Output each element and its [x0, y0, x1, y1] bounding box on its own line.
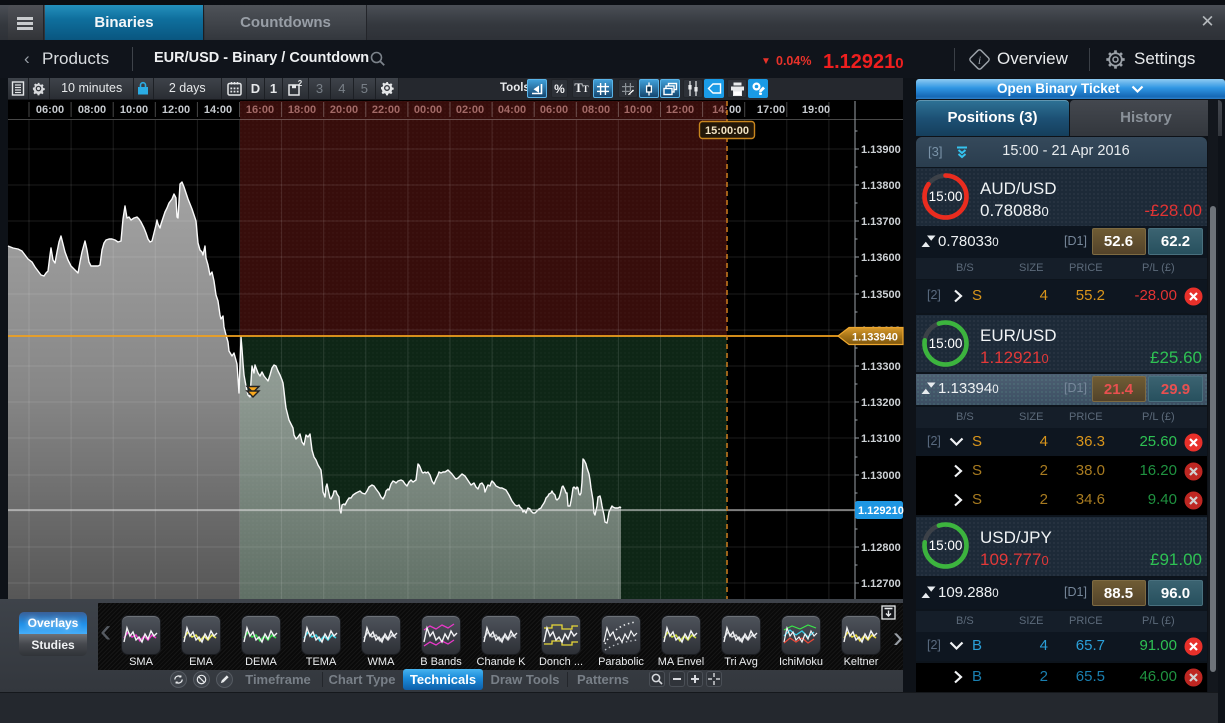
svg-text:02:00: 02:00	[456, 104, 484, 116]
svg-text:22:00: 22:00	[372, 104, 400, 116]
svg-text:1.13000: 1.13000	[861, 470, 901, 482]
svg-text:14:00: 14:00	[204, 104, 232, 116]
svg-text:16:00: 16:00	[246, 104, 274, 116]
svg-text:1.129210: 1.129210	[858, 505, 904, 517]
svg-text:18:00: 18:00	[288, 104, 316, 116]
svg-text:08:00: 08:00	[78, 104, 106, 116]
svg-text:1.13700: 1.13700	[861, 216, 901, 228]
svg-text:20:00: 20:00	[330, 104, 358, 116]
svg-text:2: 2	[298, 80, 303, 88]
svg-text:1.12800: 1.12800	[861, 542, 901, 554]
svg-text:10:00: 10:00	[120, 104, 148, 116]
svg-text:12:00: 12:00	[162, 104, 190, 116]
svg-text:1.12700: 1.12700	[861, 578, 901, 590]
svg-text:00: 00	[729, 104, 741, 116]
svg-text:15:00:00: 15:00:00	[705, 125, 749, 137]
svg-text:14:: 14:	[712, 104, 728, 116]
svg-text:12:00: 12:00	[666, 104, 694, 116]
svg-text:1.13200: 1.13200	[861, 397, 901, 409]
svg-text:06:00: 06:00	[36, 104, 64, 116]
svg-text:04:00: 04:00	[498, 104, 526, 116]
svg-text:08:00: 08:00	[582, 104, 610, 116]
svg-text:i: i	[978, 53, 981, 67]
svg-text:1.13900: 1.13900	[861, 144, 901, 156]
svg-text:06:00: 06:00	[540, 104, 568, 116]
svg-text:1.133940: 1.133940	[852, 332, 898, 344]
svg-text:17:00: 17:00	[757, 104, 785, 116]
svg-text:1.13100: 1.13100	[861, 433, 901, 445]
svg-text:1.13300: 1.13300	[861, 361, 901, 373]
svg-text:19:00: 19:00	[802, 104, 830, 116]
svg-text:1.13600: 1.13600	[861, 252, 901, 264]
svg-text:10:00: 10:00	[624, 104, 652, 116]
svg-text:1.13500: 1.13500	[861, 289, 901, 301]
svg-text:00:00: 00:00	[414, 104, 442, 116]
svg-text:1.13800: 1.13800	[861, 180, 901, 192]
